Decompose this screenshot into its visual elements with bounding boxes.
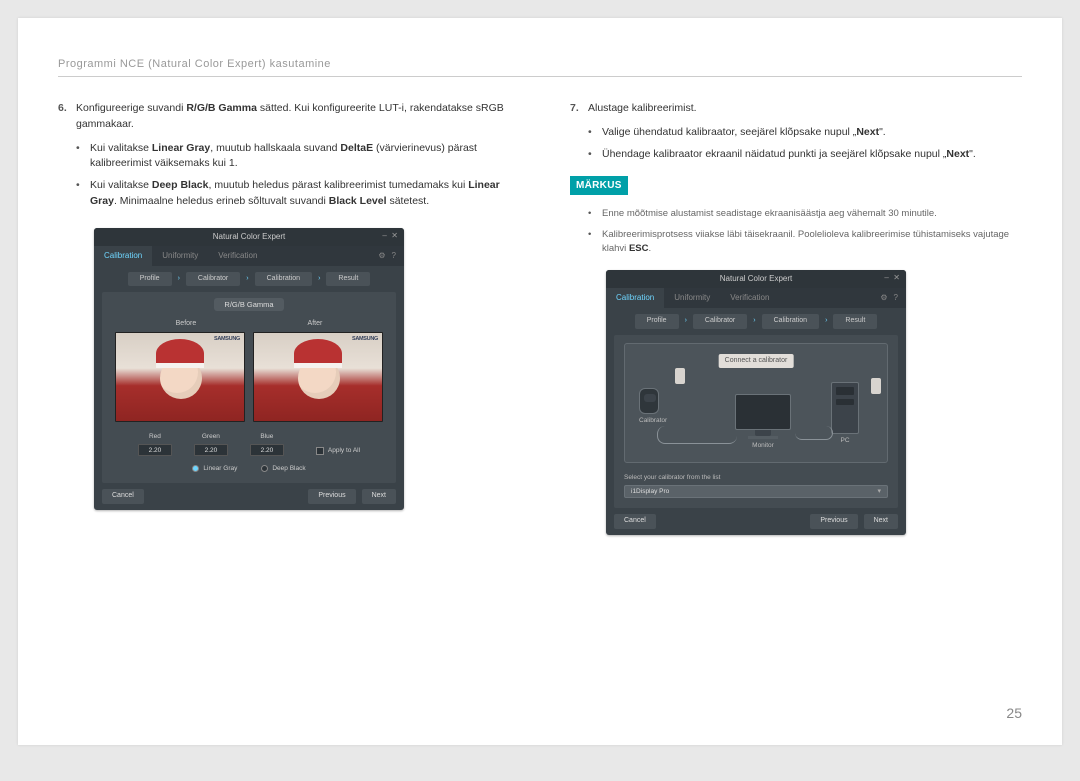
bullet-item: Kui valitakse Linear Gray, muutub hallsk… <box>76 141 510 173</box>
tab-uniformity[interactable]: Uniformity <box>664 288 720 308</box>
apply-all-checkbox[interactable]: Apply to All <box>316 446 360 456</box>
right-column: 7. Alustage kalibreerimist. Valige ühend… <box>570 101 1022 535</box>
red-control: Red 2.20 <box>138 432 172 456</box>
cancel-button[interactable]: Cancel <box>614 514 656 529</box>
calibrator-icon <box>639 388 659 414</box>
help-icon[interactable]: ? <box>392 250 396 262</box>
bullet-item: Kui valitakse Deep Black, muutub heledus… <box>76 178 510 210</box>
wizard-footer: Cancel Previous Next <box>94 483 404 510</box>
red-value[interactable]: 2.20 <box>138 444 172 456</box>
gear-icon[interactable]: ⚙ <box>378 250 385 262</box>
cable-icon <box>795 426 833 440</box>
pc-device: PC <box>831 382 859 446</box>
checkbox-icon <box>316 447 324 455</box>
note-badge: MÄRKUS <box>570 176 628 195</box>
tab-uniformity[interactable]: Uniformity <box>152 246 208 266</box>
app-titlebar: Natural Color Expert – ✕ <box>94 228 404 246</box>
page-number: 25 <box>1006 705 1022 721</box>
screenshot-rgb-gamma: Natural Color Expert – ✕ Calibration Uni… <box>94 228 404 510</box>
next-button[interactable]: Next <box>864 514 898 529</box>
step-profile[interactable]: Profile <box>128 272 172 287</box>
preview-images: SAMSUNG SAMSUNG <box>110 332 388 422</box>
gamma-mode-radios: Linear Gray Deep Black <box>110 464 388 474</box>
cable-icon <box>657 426 737 444</box>
left-column: 6. Konfigureerige suvandi R/G/B Gamma sä… <box>58 101 510 535</box>
step-result[interactable]: Result <box>833 314 877 329</box>
previous-button[interactable]: Previous <box>308 489 355 504</box>
wizard-steps: Profile› Calibrator› Calibration› Result <box>606 308 906 335</box>
tab-calibration[interactable]: Calibration <box>606 288 664 308</box>
radio-deep-black[interactable]: Deep Black <box>261 464 305 474</box>
note-item: Enne mõõtmise alustamist seadistage ekra… <box>588 207 1022 221</box>
previous-button[interactable]: Previous <box>810 514 857 529</box>
note-bullets: Enne mõõtmise alustamist seadistage ekra… <box>588 207 1022 256</box>
tab-calibration[interactable]: Calibration <box>94 246 152 266</box>
window-controls[interactable]: – ✕ <box>884 272 900 284</box>
panel-title: R/G/B Gamma <box>214 298 283 311</box>
note-item: Kalibreerimisprotsess viiakse läbi täise… <box>588 228 1022 257</box>
connection-diagram: Connect a calibrator Calibrator Monitor <box>624 343 888 463</box>
green-control: Green 2.20 <box>194 432 228 456</box>
before-label: Before <box>176 319 197 330</box>
green-value[interactable]: 2.20 <box>194 444 228 456</box>
document-page: Programmi NCE (Natural Color Expert) kas… <box>18 18 1062 745</box>
wizard-footer: Cancel Previous Next <box>606 508 906 535</box>
gamma-panel: R/G/B Gamma Before After SAMSUNG SAMSUNG… <box>102 292 396 483</box>
radio-linear-gray[interactable]: Linear Gray <box>192 464 237 474</box>
main-tabs: Calibration Uniformity Verification ⚙ ? <box>94 246 404 266</box>
usb-plug-icon <box>871 378 881 394</box>
step-calibration[interactable]: Calibration <box>762 314 819 329</box>
chevron-down-icon: ▾ <box>877 487 881 498</box>
connect-panel: Connect a calibrator Calibrator Monitor <box>614 335 898 509</box>
step-7: 7. Alustage kalibreerimist. <box>570 101 1022 117</box>
monitor-device: Monitor <box>735 394 791 451</box>
app-titlebar: Natural Color Expert – ✕ <box>606 270 906 288</box>
connect-hint: Connect a calibrator <box>719 354 794 369</box>
step-6: 6. Konfigureerige suvandi R/G/B Gamma sä… <box>58 101 510 133</box>
screenshot-connect-calibrator: Natural Color Expert – ✕ Calibration Uni… <box>606 270 906 535</box>
main-tabs: Calibration Uniformity Verification ⚙ ? <box>606 288 906 308</box>
step-number: 6. <box>58 101 76 133</box>
step-6-bullets: Kui valitakse Linear Gray, muutub hallsk… <box>76 141 510 210</box>
header-rule <box>58 76 1022 77</box>
bullet-item: Ühendage kalibraator ekraanil näidatud p… <box>588 147 1022 163</box>
help-icon[interactable]: ? <box>894 292 898 304</box>
pc-tower-icon <box>831 382 859 434</box>
usb-plug-icon <box>675 368 685 384</box>
page-header: Programmi NCE (Natural Color Expert) kas… <box>58 58 1022 70</box>
preview-after: SAMSUNG <box>253 332 383 422</box>
tab-verification[interactable]: Verification <box>208 246 267 266</box>
window-controls[interactable]: – ✕ <box>382 230 398 242</box>
after-label: After <box>308 319 323 330</box>
next-button[interactable]: Next <box>362 489 396 504</box>
step-calibrator[interactable]: Calibrator <box>693 314 747 329</box>
monitor-icon <box>735 394 791 430</box>
preview-before: SAMSUNG <box>115 332 245 422</box>
radio-off-icon <box>261 465 268 472</box>
radio-on-icon <box>192 465 199 472</box>
tab-verification[interactable]: Verification <box>720 288 779 308</box>
step-profile[interactable]: Profile <box>635 314 679 329</box>
blue-value[interactable]: 2.20 <box>250 444 284 456</box>
rgb-controls: Red 2.20 Green 2.20 Blue 2.20 <box>110 432 388 456</box>
cancel-button[interactable]: Cancel <box>102 489 144 504</box>
gear-icon[interactable]: ⚙ <box>880 292 887 304</box>
step-number: 7. <box>570 101 588 117</box>
step-result[interactable]: Result <box>326 272 370 287</box>
blue-control: Blue 2.20 <box>250 432 284 456</box>
step-7-bullets: Valige ühendatud kalibraator, seejärel k… <box>588 125 1022 163</box>
calibrator-device: Calibrator <box>639 388 667 426</box>
step-text: Konfigureerige suvandi R/G/B Gamma sätte… <box>76 101 510 133</box>
calibrator-select[interactable]: i1Display Pro ▾ <box>624 485 888 498</box>
bullet-item: Valige ühendatud kalibraator, seejärel k… <box>588 125 1022 141</box>
two-column-layout: 6. Konfigureerige suvandi R/G/B Gamma sä… <box>58 101 1022 535</box>
wizard-steps: Profile› Calibrator› Calibration› Result <box>94 266 404 293</box>
step-calibration[interactable]: Calibration <box>255 272 312 287</box>
select-label: Select your calibrator from the list <box>624 473 888 483</box>
step-text: Alustage kalibreerimist. <box>588 101 1022 117</box>
step-calibrator[interactable]: Calibrator <box>186 272 240 287</box>
